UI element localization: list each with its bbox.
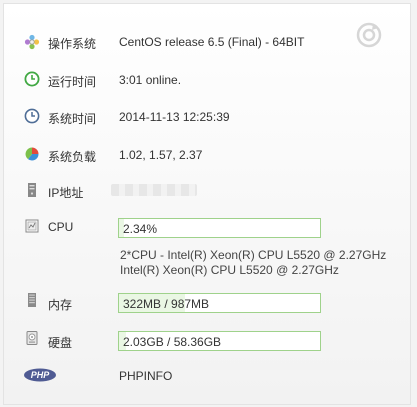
cpu-usage-bar: 2.34% [118, 218, 321, 238]
uptime-value: 3:01 online. [119, 73, 182, 87]
disk-icon [26, 331, 38, 345]
refresh-icon[interactable] [356, 22, 382, 48]
clock-blue-icon [24, 108, 40, 124]
ip-value-redacted [111, 184, 197, 196]
pie-chart-icon [25, 147, 39, 161]
disk-label: 硬盘 [48, 336, 73, 350]
memory-icon [28, 293, 36, 307]
system-time-label: 系统时间 [48, 112, 97, 126]
system-time-value: 2014-11-13 12:25:39 [119, 110, 230, 124]
os-label: 操作系统 [48, 37, 97, 51]
load-value: 1.02, 1.57, 2.37 [119, 148, 203, 162]
gear-flower-icon [24, 34, 40, 50]
load-label: 系统负载 [48, 150, 97, 164]
php-logo-text: PHP [31, 370, 51, 380]
disk-usage-bar: 2.03GB / 58.36GB [118, 331, 321, 351]
cpu-info-line-1: 2*CPU - Intel(R) Xeon(R) CPU L5520 @ 2.2… [120, 248, 387, 262]
clock-green-icon [24, 71, 40, 87]
os-value: CentOS release 6.5 (Final) - 64BIT [119, 35, 305, 49]
uptime-label: 运行时间 [48, 75, 97, 89]
cpu-info: 2*CPU - Intel(R) Xeon(R) CPU L5520 @ 2.2… [120, 248, 386, 278]
phpinfo-link[interactable]: PHPINFO [119, 369, 172, 383]
cpu-usage-text: 2.34% [123, 222, 158, 236]
ip-label: IP地址 [48, 186, 84, 200]
memory-label: 内存 [48, 298, 73, 312]
cpu-info-line-2: Intel(R) Xeon(R) CPU L5520 @ 2.27GHz [120, 263, 339, 277]
php-logo-icon: PHP [24, 368, 56, 382]
memory-usage-bar: 322MB / 987MB [118, 293, 321, 313]
cpu-icon [25, 219, 39, 233]
disk-usage-text: 2.03GB / 58.36GB [123, 335, 222, 349]
server-icon [28, 183, 36, 197]
server-status-panel: 操作系统 CentOS release 6.5 (Final) - 64BIT … [3, 3, 411, 405]
memory-usage-text: 322MB / 987MB [123, 297, 210, 311]
cpu-label: CPU [48, 220, 74, 234]
